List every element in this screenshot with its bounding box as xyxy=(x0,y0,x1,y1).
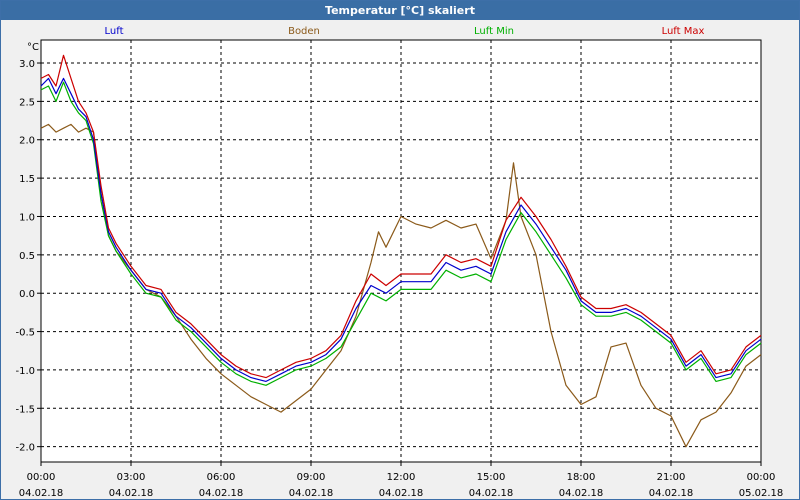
x-tick-time-label: 03:00 xyxy=(117,472,146,483)
legend-entry-luft-min: Luft Min xyxy=(474,26,514,37)
y-tick-label: 1.0 xyxy=(19,212,35,223)
y-tick-label: -2.0 xyxy=(15,443,35,454)
x-tick-date-label: 04.02.18 xyxy=(379,488,424,499)
x-tick-time-label: 12:00 xyxy=(387,472,416,483)
chart-title: Temperatur [°C] skaliert xyxy=(1,1,799,20)
x-tick-time-label: 00:00 xyxy=(747,472,776,483)
y-tick-label: 2.0 xyxy=(19,136,35,147)
x-tick-date-label: 04.02.18 xyxy=(649,488,694,499)
x-tick-date-label: 04.02.18 xyxy=(469,488,514,499)
x-tick-date-label: 04.02.18 xyxy=(559,488,604,499)
x-tick-time-label: 18:00 xyxy=(567,472,596,483)
x-tick-time-label: 09:00 xyxy=(297,472,326,483)
x-tick-time-label: 06:00 xyxy=(207,472,236,483)
x-tick-date-label: 04.02.18 xyxy=(289,488,334,499)
y-tick-label: 2.5 xyxy=(19,97,35,108)
y-tick-label: 3.0 xyxy=(19,59,35,70)
y-axis-unit: °C xyxy=(27,42,39,53)
x-tick-date-label: 04.02.18 xyxy=(19,488,64,499)
x-tick-time-label: 00:00 xyxy=(27,472,56,483)
y-tick-label: 1.5 xyxy=(19,174,35,185)
chart-window: Temperatur [°C] skaliert 3.0 2.5 2.0 1.5 1.0… xyxy=(0,0,800,500)
x-tick-time-label: 15:00 xyxy=(477,472,506,483)
y-tick-label: 0.0 xyxy=(19,289,35,300)
x-tick-time-label: 21:00 xyxy=(657,472,686,483)
legend-entry-boden: Boden xyxy=(288,26,320,37)
x-tick-date-label: 05.02.18 xyxy=(739,488,784,499)
plot-area: 3.0 2.5 2.0 1.5 1.0 0.5 0.0 -0.5 -1.0 -1.5 -2.0 °C 0… xyxy=(1,20,799,499)
x-tick-date-label: 04.02.18 xyxy=(199,488,244,499)
y-tick-label: -0.5 xyxy=(15,328,35,339)
legend-entry-luft-max: Luft Max xyxy=(662,26,705,37)
y-tick-label: -1.5 xyxy=(15,404,35,415)
y-tick-label: -1.0 xyxy=(15,366,35,377)
temperature-chart: 3.0 2.5 2.0 1.5 1.0 0.5 0.0 -0.5 -1.0 -1.5 -2.0 °C 0… xyxy=(15,26,784,499)
legend-entry-luft: Luft xyxy=(105,26,124,37)
y-tick-label: 0.5 xyxy=(19,251,35,262)
x-tick-date-label: 04.02.18 xyxy=(109,488,154,499)
